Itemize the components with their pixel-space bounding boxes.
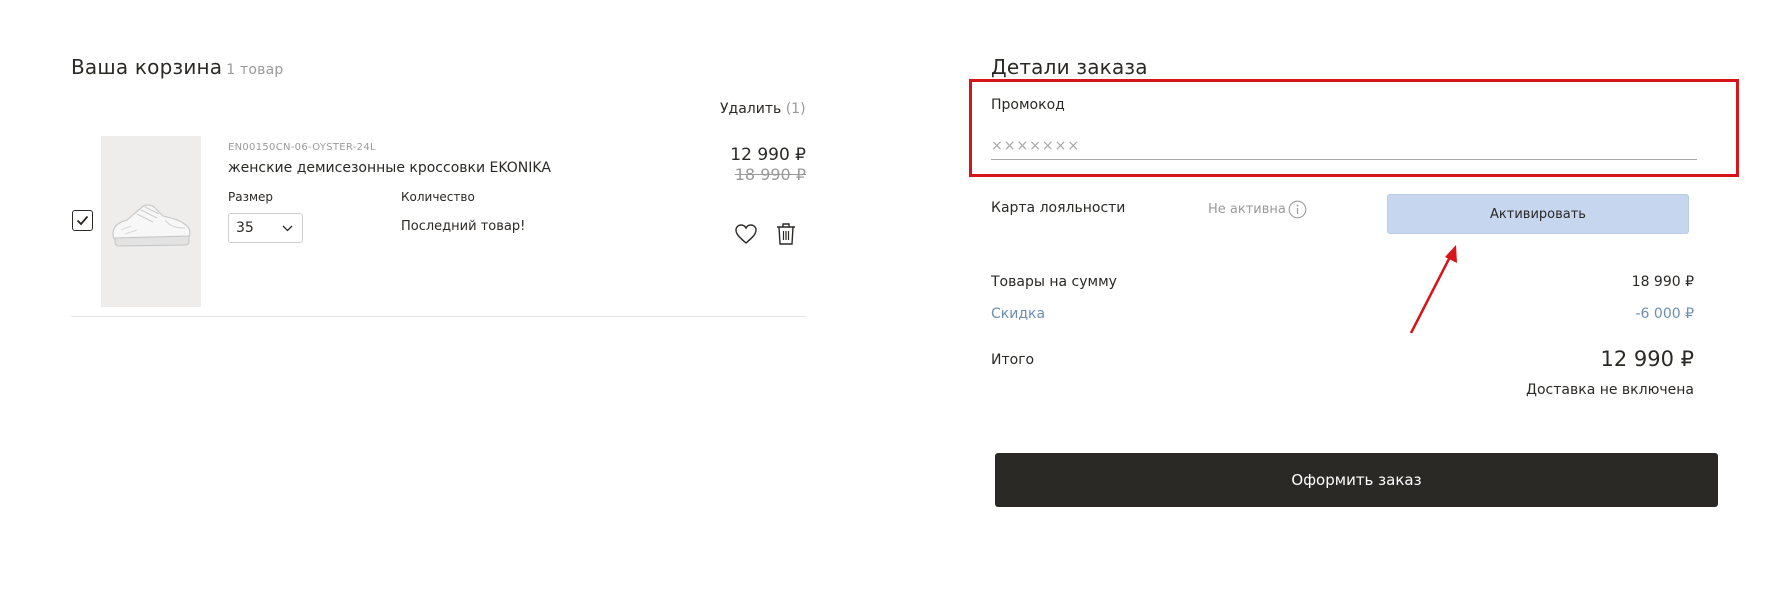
heart-icon	[735, 224, 757, 244]
item-checkbox[interactable]	[72, 210, 93, 231]
discount-value: -6 000 ₽	[1635, 306, 1695, 322]
promo-highlight-annotation	[969, 79, 1739, 177]
trash-icon	[777, 223, 795, 245]
product-image[interactable]	[101, 136, 201, 307]
order-details-title: Детали заказа	[991, 55, 1148, 79]
loyalty-label: Карта лояльности	[991, 200, 1126, 216]
price-current: 12 990 ₽	[730, 145, 806, 165]
product-sku: EN00150CN-06-OYSTER-24L	[228, 142, 376, 153]
size-select[interactable]: 35	[228, 213, 303, 243]
quantity-label: Количество	[401, 190, 475, 204]
cart-title-text: Ваша корзина	[71, 55, 223, 79]
delete-item-button[interactable]	[775, 222, 797, 246]
product-name-link[interactable]: женские демисезонные кроссовки EKONIKA	[228, 160, 551, 176]
info-circle-icon	[1288, 200, 1307, 219]
price-old: 18 990 ₽	[734, 165, 806, 184]
delivery-note: Доставка не включена	[1526, 382, 1694, 398]
goods-sum-value: 18 990 ₽	[1631, 274, 1694, 290]
total-label: Итого	[991, 352, 1035, 368]
size-select-value: 35	[236, 220, 254, 236]
delete-all-label: Удалить	[720, 101, 782, 117]
size-label: Размер	[228, 190, 274, 204]
loyalty-status: Не активна	[1208, 202, 1286, 217]
item-divider	[71, 316, 806, 317]
sneaker-image	[112, 203, 191, 247]
delete-all-count: (1)	[785, 101, 806, 117]
checkout-button[interactable]: Оформить заказ	[995, 453, 1718, 507]
total-value: 12 990 ₽	[1600, 347, 1694, 371]
delete-all-button[interactable]: Удалить (1)	[720, 101, 806, 117]
favorite-button[interactable]	[734, 223, 758, 245]
info-icon[interactable]	[1288, 200, 1307, 219]
discount-label: Скидка	[991, 306, 1046, 322]
cart-item-count: 1 товар	[226, 62, 284, 78]
promo-label: Промокод	[991, 97, 1065, 113]
cart-title: Ваша корзина 1 товар	[71, 55, 283, 79]
goods-sum-label: Товары на сумму	[991, 274, 1117, 290]
check-icon	[76, 215, 89, 226]
promo-input[interactable]	[991, 132, 1697, 160]
chevron-down-icon	[282, 225, 293, 231]
arrow-annotation-icon	[1409, 245, 1457, 334]
quantity-note: Последний товар!	[401, 219, 526, 234]
activate-loyalty-button[interactable]: Активировать	[1387, 194, 1689, 234]
